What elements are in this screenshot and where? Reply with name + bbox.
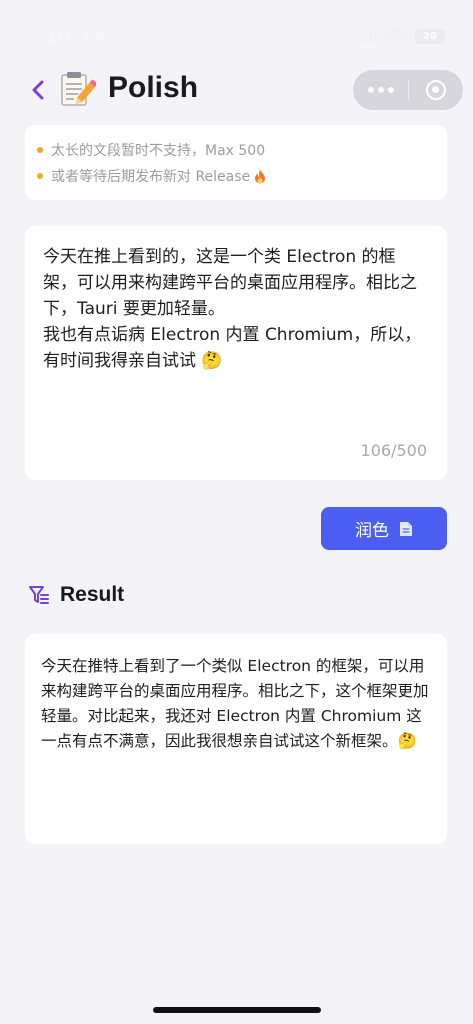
notice-text: 太长的文段暂时不支持，Max 500 [51, 143, 266, 159]
nav-bar: Polish [0, 68, 473, 112]
polish-page: 18:14 20 Polish 太长的文段暂时不支持，Max 500 或者等待后… [0, 0, 473, 1024]
bullet-dot-icon [37, 147, 43, 153]
polish-button-label: 润色 [355, 521, 389, 540]
status-icons: 20 [359, 29, 445, 44]
polish-button[interactable]: 润色 [321, 507, 447, 550]
result-card: 今天在推特上看到了一个类似 Electron 的框架，可以用来构建跨平台的桌面应… [25, 634, 447, 844]
status-bar: 18:14 20 [0, 0, 473, 64]
fire-icon [255, 169, 266, 183]
page-title: Polish [108, 71, 199, 104]
notice-text: 或者等待后期发布新对 Release [51, 169, 251, 185]
mini-program-close-icon[interactable] [409, 70, 463, 110]
notice-card: 太长的文段暂时不支持，Max 500 或者等待后期发布新对 Release [25, 125, 447, 200]
input-card: 今天在推上看到的，这是一个类 Electron 的框架，可以用来构建跨平台的桌面… [25, 226, 447, 480]
cellular-signal-icon [359, 30, 377, 43]
chevron-left-icon[interactable] [28, 77, 50, 103]
status-time: 18:14 [44, 26, 107, 48]
bullet-dot-icon [37, 173, 43, 179]
wifi-icon [386, 29, 406, 43]
memo-pencil-icon [61, 72, 96, 106]
more-dots-icon[interactable] [353, 70, 408, 110]
result-header: Result [28, 580, 124, 610]
text-input[interactable]: 今天在推上看到的，这是一个类 Electron 的框架，可以用来构建跨平台的桌面… [43, 244, 429, 434]
result-text: 今天在推特上看到了一个类似 Electron 的框架，可以用来构建跨平台的桌面应… [41, 657, 429, 750]
char-count: 106/500 [360, 441, 427, 460]
notice-item: 或者等待后期发布新对 Release [37, 163, 435, 189]
home-indicator [153, 1007, 321, 1013]
document-icon [400, 521, 412, 536]
result-title: Result [60, 583, 125, 606]
battery-icon: 20 [415, 29, 445, 44]
filter-list-icon [29, 586, 49, 604]
notice-item: 太长的文段暂时不支持，Max 500 [37, 137, 435, 163]
mini-program-capsule [353, 70, 463, 110]
